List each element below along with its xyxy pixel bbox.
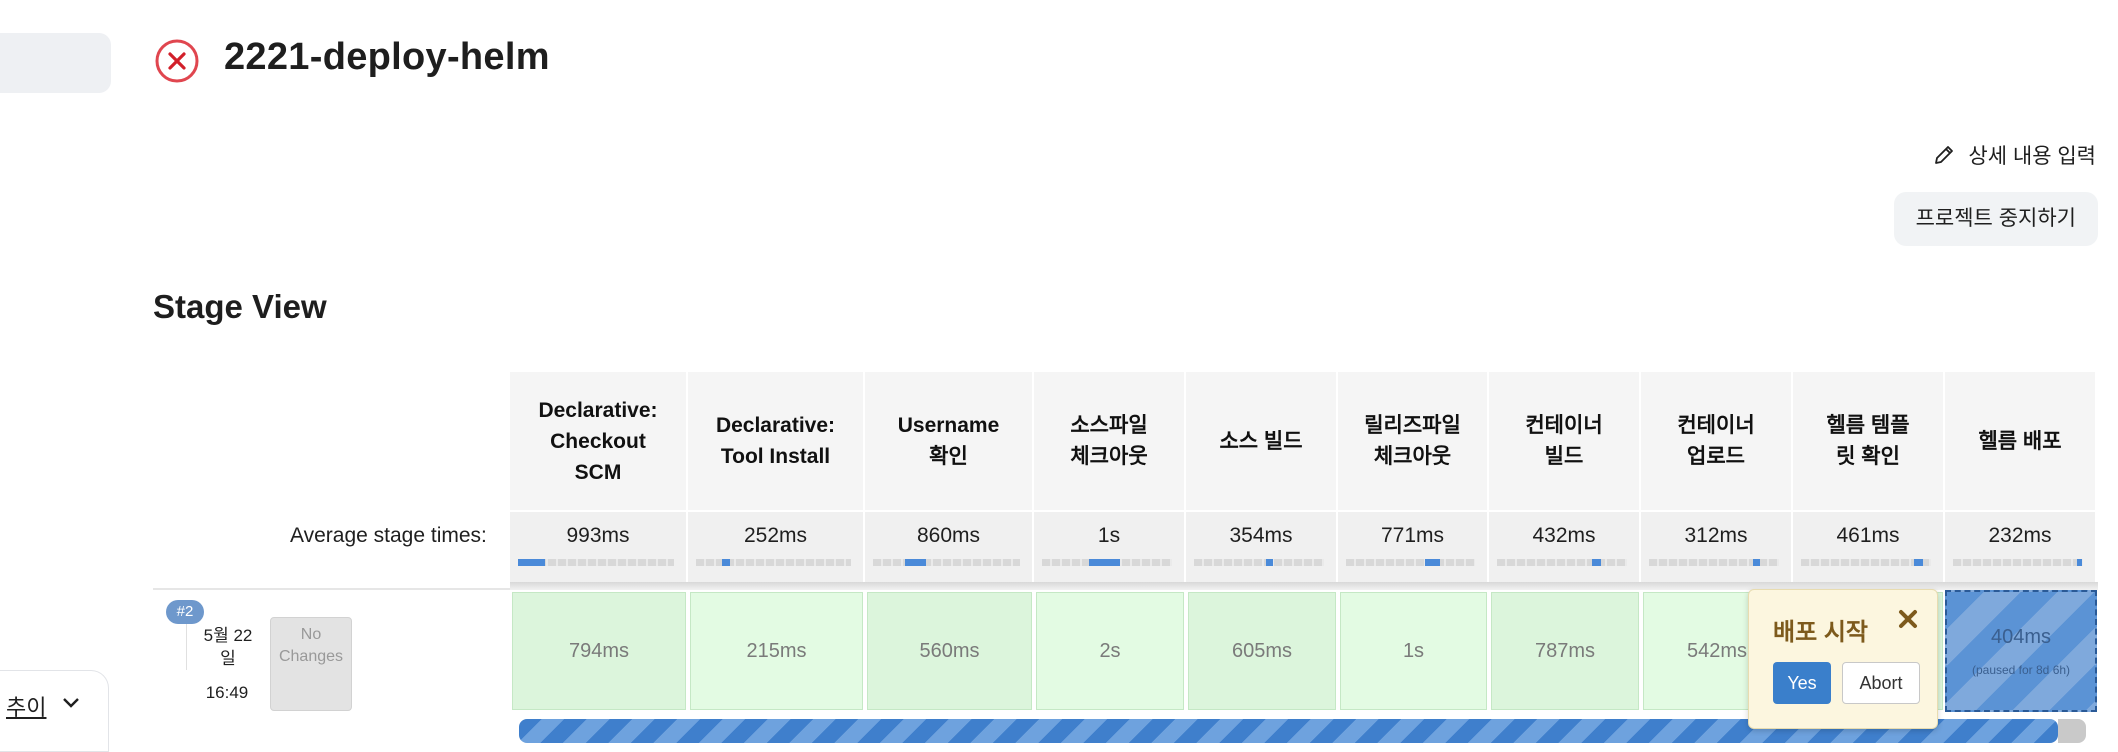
stage-duration: 404ms — [1990, 625, 2052, 648]
stage-duration: 787ms — [1534, 639, 1596, 662]
average-time-bar — [1753, 559, 1760, 566]
average-times-row: 993ms 252ms 860ms 1s 354ms 771ms 432ms 312ms 461… — [510, 512, 2097, 587]
average-stage-time-value: 312ms — [1684, 524, 1748, 547]
stage-duration: 1s — [1402, 639, 1425, 662]
stage-duration: 2s — [1099, 639, 1121, 662]
average-time-track — [1953, 559, 2083, 566]
stage-cell[interactable]: 404ms (paused for 8d 6h) — [1945, 590, 2097, 712]
page-title: 2221-deploy-helm — [224, 36, 550, 78]
stage-duration: 215ms — [746, 639, 807, 662]
average-time-track — [1801, 559, 1931, 566]
stage-cell[interactable]: 605ms — [1186, 590, 1338, 712]
chevron-down-icon[interactable] — [60, 692, 82, 714]
stage-header: Username 확인 — [865, 372, 1034, 510]
edit-description-label: 상세 내용 입력 — [1968, 145, 2096, 168]
average-stage-time-value: 461ms — [1836, 524, 1900, 547]
average-time-track — [696, 559, 851, 566]
stage-header: 릴리즈파일 체크아웃 — [1338, 372, 1489, 510]
average-time-bar — [2076, 559, 2082, 566]
average-stage-time-value: 993ms — [566, 524, 630, 547]
divider — [153, 588, 510, 590]
changes-box[interactable]: No Changes — [270, 617, 352, 711]
average-stage-time: 354ms — [1186, 512, 1338, 587]
average-stage-time: 1s — [1034, 512, 1186, 587]
stage-cell[interactable]: 2s — [1034, 590, 1186, 712]
average-time-bar — [905, 559, 926, 566]
build-date: 5월 22 일 — [186, 624, 269, 670]
average-stage-time-value: 252ms — [743, 524, 808, 547]
stage-duration: 542ms — [1686, 639, 1748, 662]
stage-header: 헬름 템플 릿 확인 — [1793, 372, 1945, 510]
average-time-bar — [1591, 559, 1601, 566]
yes-button[interactable]: Yes — [1773, 662, 1831, 704]
average-time-bar — [1914, 559, 1924, 566]
stage-header: 소스파일 체크아웃 — [1034, 372, 1186, 510]
average-time-bar — [1265, 559, 1274, 566]
average-stage-time-value: 771ms — [1380, 524, 1445, 547]
stage-header: Declarative: Checkout SCM — [510, 372, 688, 510]
stage-cell[interactable]: 1s — [1338, 590, 1489, 712]
build-time: 16:49 — [205, 683, 249, 702]
stage-header: Declarative: Tool Install — [688, 372, 865, 510]
stage-header: 컨테이너 업로드 — [1641, 372, 1793, 510]
average-stage-times-label: Average stage times: — [290, 524, 487, 547]
average-stage-time: 771ms — [1338, 512, 1489, 587]
abort-button[interactable]: Abort — [1842, 662, 1920, 704]
trend-link[interactable]: 추이 — [6, 690, 46, 722]
stage-header: 소스 빌드 — [1186, 372, 1338, 510]
average-time-bar — [518, 559, 545, 566]
edit-description-link[interactable]: 상세 내용 입력 — [1932, 140, 2096, 170]
average-time-track — [1346, 559, 1475, 566]
average-time-track — [1194, 559, 1324, 566]
paused-note: (paused for 8d 6h) — [1971, 662, 2071, 677]
average-stage-time-value: 860ms — [916, 524, 981, 547]
average-stage-time: 860ms — [865, 512, 1034, 587]
input-prompt-popover: 배포 시작 Yes Abort — [1748, 589, 1938, 729]
average-stage-time-value: 354ms — [1229, 524, 1293, 547]
average-stage-time-value: 432ms — [1532, 524, 1596, 547]
stage-header: 헬름 배포 — [1945, 372, 2097, 510]
average-stage-time-value: 232ms — [1988, 524, 2052, 547]
average-stage-time: 993ms — [510, 512, 688, 587]
progress-bar-remaining — [2058, 719, 2086, 743]
average-time-bar — [1424, 559, 1441, 566]
average-time-track — [1042, 559, 1172, 566]
close-icon[interactable] — [1897, 608, 1919, 630]
average-stage-time: 252ms — [688, 512, 865, 587]
stop-project-button[interactable]: 프로젝트 중지하기 — [1893, 192, 2098, 246]
stage-view-title: Stage View — [153, 288, 327, 325]
average-time-bar — [1088, 559, 1120, 566]
stage-header-row: Declarative: Checkout SCM Declarative: To… — [510, 372, 2097, 510]
average-time-track — [518, 559, 674, 566]
stage-cell[interactable]: 787ms — [1489, 590, 1641, 712]
stage-cell[interactable]: 560ms — [865, 590, 1034, 712]
average-time-track — [1497, 559, 1627, 566]
average-stage-time: 232ms — [1945, 512, 2097, 587]
stage-cell[interactable]: 215ms — [688, 590, 865, 712]
stage-duration: 560ms — [919, 639, 980, 662]
pencil-icon — [1935, 146, 1954, 164]
stage-cell[interactable]: 794ms — [510, 590, 688, 712]
average-time-bar — [722, 559, 731, 566]
average-stage-time: 461ms — [1793, 512, 1945, 587]
average-time-track — [1649, 559, 1779, 566]
sidebar-panel — [0, 33, 111, 93]
average-stage-time: 312ms — [1641, 512, 1793, 587]
stage-duration: 605ms — [1231, 639, 1293, 662]
average-time-track — [873, 559, 1020, 566]
build-number-badge[interactable]: #2 — [166, 600, 204, 624]
popover-title: 배포 시작 — [1773, 619, 1868, 646]
stage-header: 컨테이너 빌드 — [1489, 372, 1641, 510]
x-circle-icon — [155, 39, 199, 83]
average-stage-time: 432ms — [1489, 512, 1641, 587]
stage-duration: 794ms — [568, 639, 630, 662]
average-stage-time-value: 1s — [1097, 524, 1121, 547]
